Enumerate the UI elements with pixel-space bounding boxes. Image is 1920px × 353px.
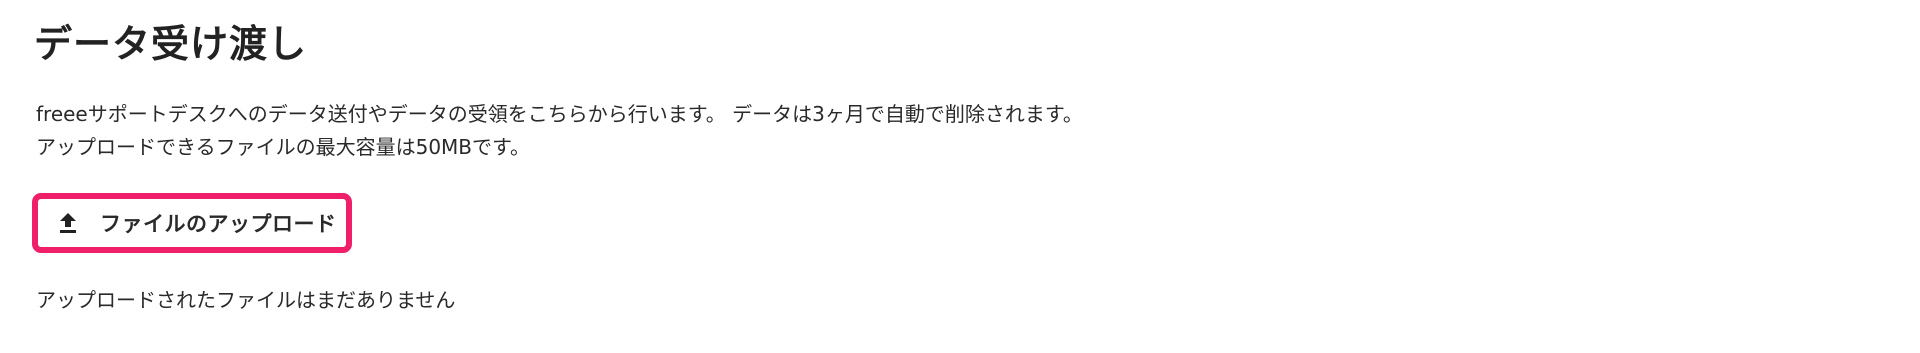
no-files-message: アップロードされたファイルはまだありません — [36, 288, 456, 312]
upload-icon — [56, 210, 80, 236]
upload-button-label: ファイルのアップロード — [100, 212, 337, 236]
data-exchange-page: データ受け渡し freeeサポートデスクへのデータ送付やデータの受領をこちらから… — [0, 0, 1920, 353]
description-line-1: freeeサポートデスクへのデータ送付やデータの受領をこちらから行います。 デー… — [36, 102, 1083, 126]
description-line-2: アップロードできるファイルの最大容量は50MBです。 — [36, 135, 531, 159]
page-title: データ受け渡し — [34, 22, 308, 66]
file-upload-button[interactable]: ファイルのアップロード — [32, 193, 352, 253]
page-description: freeeサポートデスクへのデータ送付やデータの受領をこちらから行います。 デー… — [36, 98, 1083, 164]
